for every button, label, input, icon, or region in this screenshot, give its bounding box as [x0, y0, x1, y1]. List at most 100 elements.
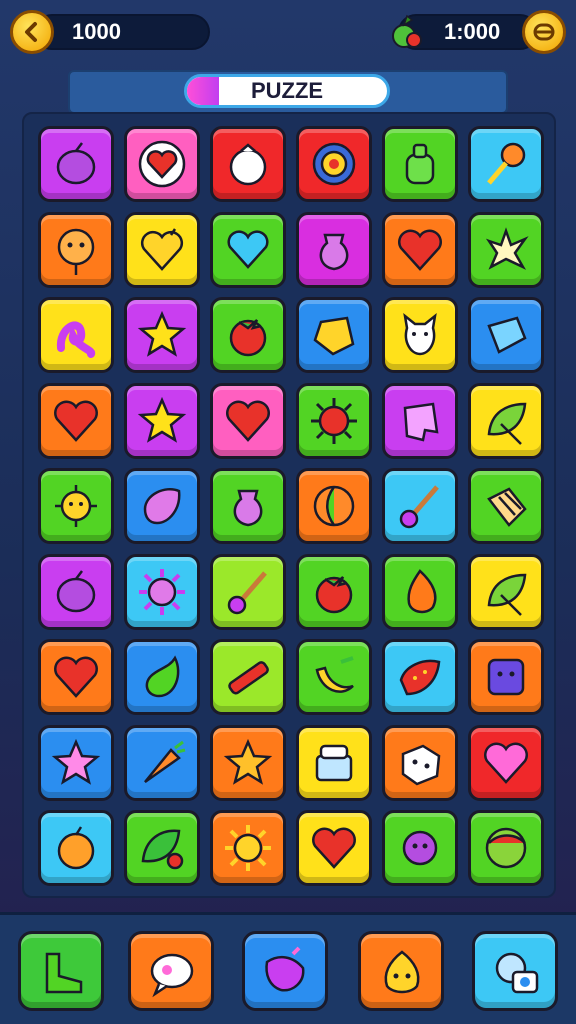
toolbar-button-4[interactable]	[358, 931, 444, 1011]
game-tile[interactable]	[468, 468, 544, 544]
game-tile[interactable]	[468, 553, 544, 630]
top-bar: 1000 1:000	[0, 0, 576, 66]
game-tile[interactable]	[124, 126, 200, 202]
game-tile[interactable]	[468, 126, 544, 202]
yellow-gem-icon	[313, 316, 355, 356]
gold-star-icon	[223, 738, 273, 785]
toolbar-button-2[interactable]	[128, 931, 214, 1011]
coin-icon	[533, 23, 555, 41]
game-tile[interactable]	[296, 126, 372, 202]
back-button[interactable]	[10, 10, 54, 54]
game-tile[interactable]	[124, 297, 200, 373]
game-tile[interactable]	[468, 639, 544, 715]
gear-photo-icon	[495, 952, 539, 994]
toolbar-button-3[interactable]	[242, 931, 328, 1011]
flower-face-icon	[57, 228, 95, 275]
toolbar-button-5[interactable]	[472, 931, 558, 1011]
game-tile[interactable]	[124, 724, 200, 801]
game-tile[interactable]	[124, 468, 200, 544]
game-tile[interactable]	[210, 211, 286, 288]
purple-flower-icon	[402, 830, 438, 866]
game-tile[interactable]	[124, 382, 200, 459]
game-tile[interactable]	[38, 810, 114, 886]
game-tile[interactable]	[296, 468, 372, 544]
vase-icon	[233, 489, 263, 527]
game-tile[interactable]	[38, 126, 114, 202]
cat-icon	[403, 312, 437, 356]
game-tile[interactable]	[296, 724, 372, 801]
score-counter: 1000	[34, 14, 210, 50]
game-tile[interactable]	[382, 468, 458, 544]
blue-heart-icon	[227, 230, 269, 269]
game-tile[interactable]	[210, 468, 286, 544]
game-tile[interactable]	[296, 382, 372, 459]
dice-icon	[401, 744, 441, 785]
coin-button[interactable]	[522, 10, 566, 54]
game-tile[interactable]	[210, 724, 286, 801]
game-tile[interactable]	[124, 639, 200, 715]
game-tile[interactable]	[38, 468, 114, 544]
gem-ring-icon	[312, 142, 356, 186]
vase-icon	[319, 233, 349, 270]
score-value: 1000	[72, 19, 121, 44]
splash-icon	[485, 226, 529, 270]
game-tile[interactable]	[382, 297, 458, 373]
blue-block-icon	[487, 316, 527, 354]
star-icon	[137, 310, 187, 357]
game-tile[interactable]	[296, 297, 372, 373]
leaf-icon	[487, 402, 527, 445]
purple-box-icon	[487, 658, 525, 696]
game-tile[interactable]	[382, 724, 458, 801]
game-tile[interactable]	[296, 553, 372, 630]
game-tile[interactable]	[382, 553, 458, 630]
game-tile[interactable]	[382, 211, 458, 288]
game-tile[interactable]	[210, 810, 286, 886]
game-tile[interactable]	[296, 639, 372, 715]
game-tile[interactable]	[38, 639, 114, 715]
game-tile[interactable]	[210, 382, 286, 459]
game-tile[interactable]	[38, 724, 114, 801]
game-tile[interactable]	[468, 382, 544, 459]
ball-icon	[485, 827, 527, 869]
carrot-icon	[144, 740, 186, 783]
green-drop-icon	[145, 655, 180, 698]
game-tile[interactable]	[296, 810, 372, 886]
game-tile[interactable]	[468, 724, 544, 801]
game-tile[interactable]	[38, 211, 114, 288]
game-tile[interactable]	[382, 382, 458, 459]
game-tile[interactable]	[124, 211, 200, 288]
heart-fruit-icon	[140, 227, 184, 271]
game-tile[interactable]	[210, 553, 286, 630]
lollipop-icon	[487, 142, 526, 185]
tomato-icon	[315, 575, 353, 613]
game-tile[interactable]	[38, 553, 114, 630]
game-tile[interactable]	[124, 553, 200, 630]
game-tile[interactable]	[468, 211, 544, 288]
orange-drop-icon	[407, 568, 437, 613]
game-tile[interactable]	[38, 382, 114, 459]
red-stick-icon	[228, 661, 269, 695]
game-tile[interactable]	[124, 810, 200, 886]
pink-star-icon	[51, 738, 101, 785]
sun-ball-icon	[311, 397, 357, 444]
game-tile[interactable]	[382, 126, 458, 202]
face-icon	[384, 950, 420, 994]
bottom-toolbar	[0, 912, 576, 1024]
heart-bubble-icon	[138, 140, 186, 188]
game-tile[interactable]	[382, 639, 458, 715]
game-tile[interactable]	[296, 211, 372, 288]
game-tile[interactable]	[38, 297, 114, 373]
currency-value: 1:000	[444, 19, 501, 44]
bubble-icon	[150, 953, 194, 998]
game-tile[interactable]	[210, 297, 286, 373]
sun-face-icon	[55, 485, 97, 527]
game-tile[interactable]	[468, 810, 544, 886]
game-tile[interactable]	[210, 126, 286, 202]
heart-icon	[226, 400, 270, 442]
sun-icon	[225, 825, 271, 871]
beach-ball-icon	[313, 485, 355, 527]
game-tile[interactable]	[382, 810, 458, 886]
game-tile[interactable]	[210, 639, 286, 715]
toolbar-button-1[interactable]	[18, 931, 104, 1011]
game-tile[interactable]	[468, 297, 544, 373]
